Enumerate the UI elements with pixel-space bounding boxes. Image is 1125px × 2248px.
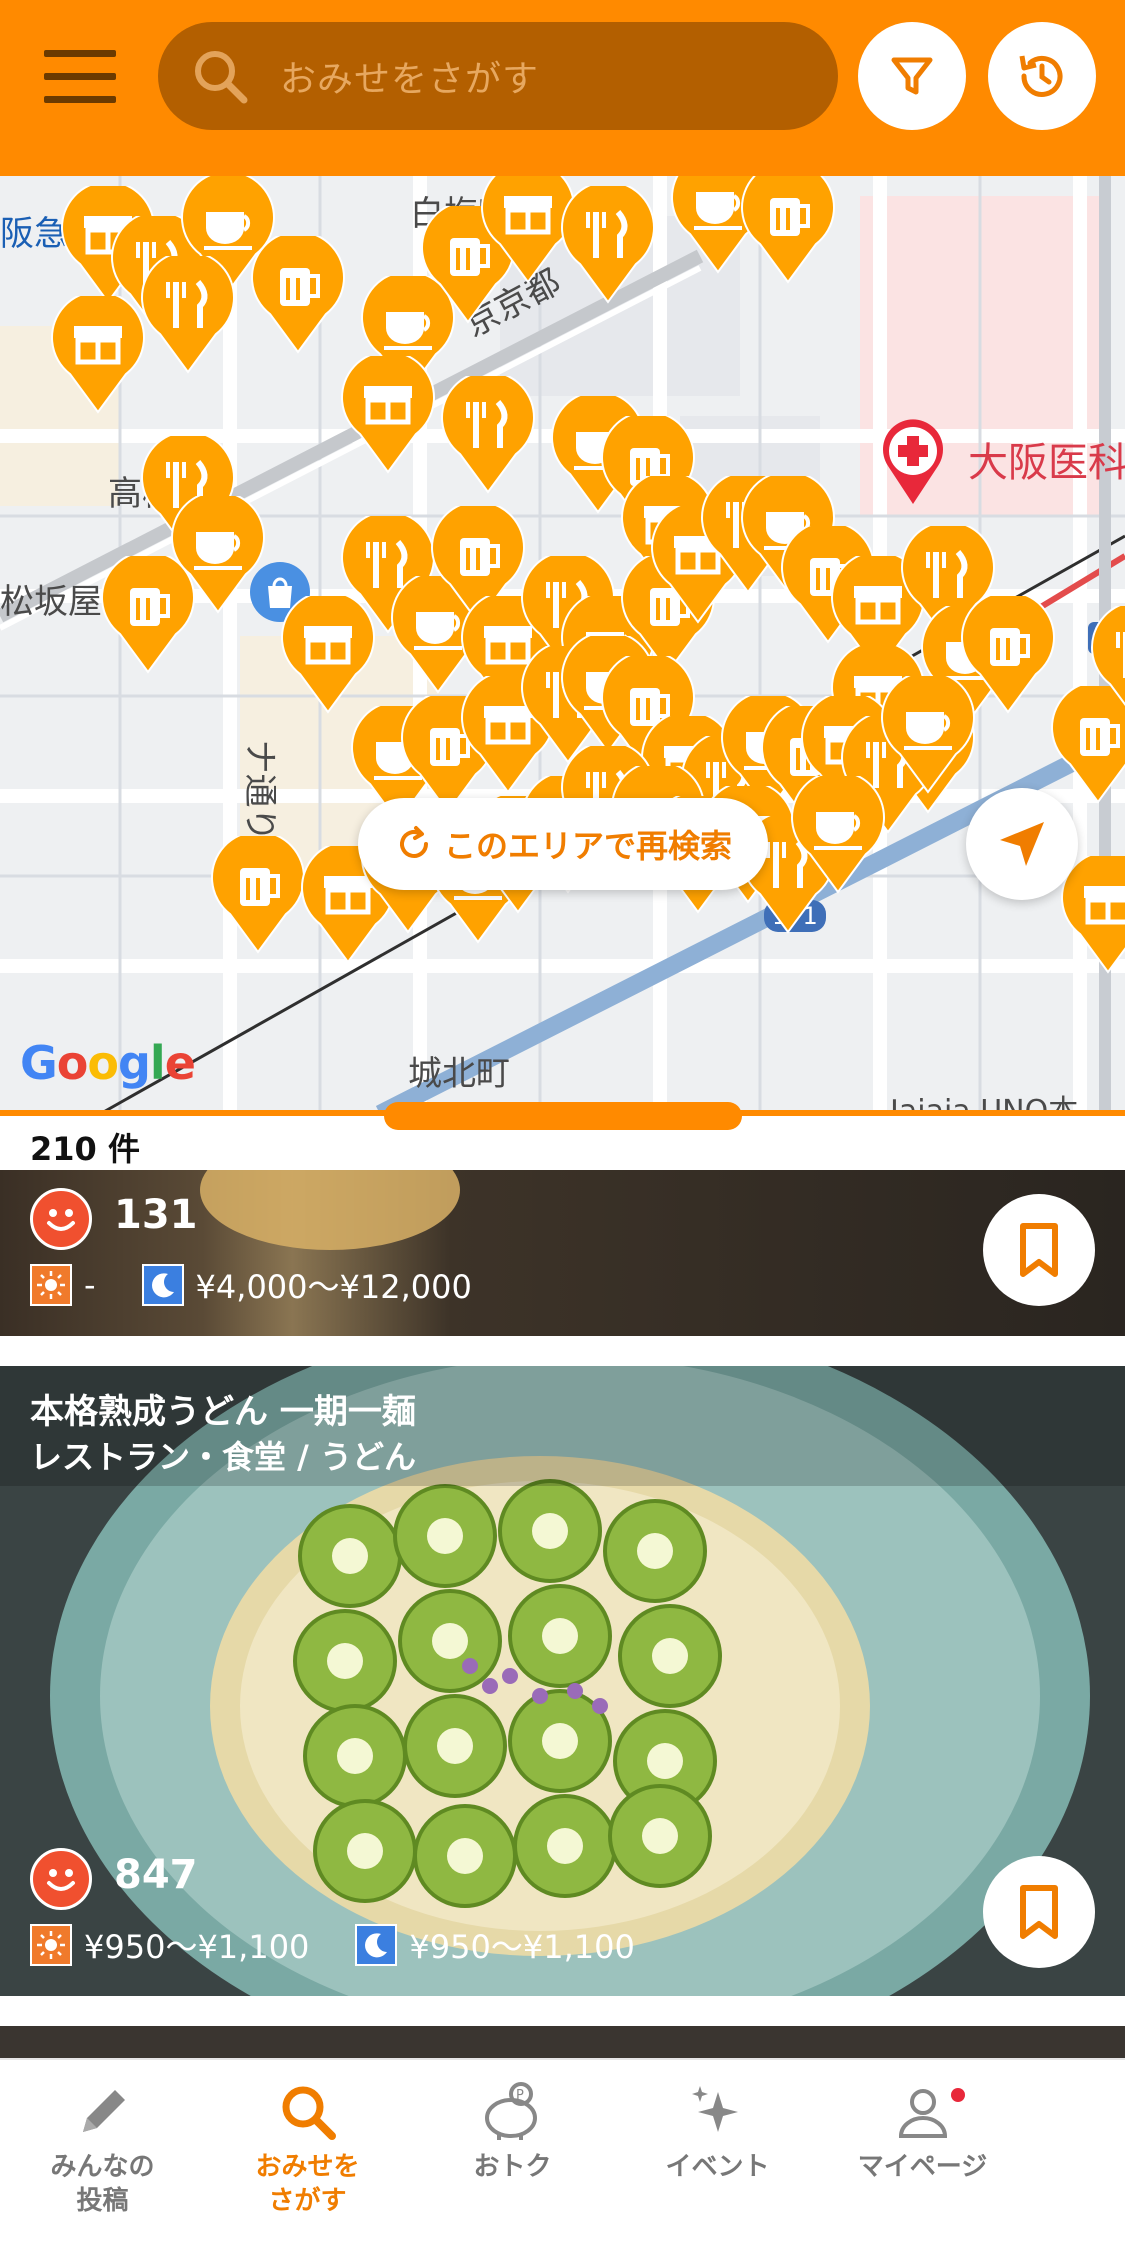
nav-item-mypage[interactable]: マイページ bbox=[820, 2060, 1025, 2248]
map-label-street: ナ通り bbox=[239, 739, 280, 842]
nav-item-events[interactable]: イベント bbox=[615, 2060, 820, 2248]
search-icon bbox=[195, 51, 248, 104]
search-this-area-label: このエリアで再検索 bbox=[443, 827, 732, 865]
bookmark-button[interactable] bbox=[983, 1856, 1095, 1968]
shop-pin-store-icon[interactable] bbox=[50, 296, 146, 414]
nav-label: おトク bbox=[473, 2152, 552, 2182]
top-app-bar: おみせをさがす bbox=[0, 0, 1125, 176]
bookmark-icon bbox=[1020, 1223, 1058, 1277]
dinner-moon-icon bbox=[141, 1264, 184, 1306]
nav-label: マイページ bbox=[857, 2152, 988, 2182]
person-icon bbox=[898, 2089, 947, 2138]
search-placeholder: おみせをさがす bbox=[280, 59, 540, 100]
nav-item-deals[interactable]: P おトク bbox=[410, 2060, 615, 2248]
shop-card[interactable]: 本格熟成うどん 一期一麺 レストラン・食堂 / うどん 847 ¥950～¥1,… bbox=[0, 1366, 1125, 1996]
shop-pin-fork-icon[interactable] bbox=[1090, 606, 1125, 724]
shop-genre: レストラン・食堂 / うどん bbox=[30, 1438, 416, 1476]
price-row: ¥950～¥1,100 ¥950～¥1,100 bbox=[30, 1922, 635, 1968]
lunch-sun-icon bbox=[30, 1924, 72, 1966]
shop-pin-store-icon[interactable] bbox=[340, 356, 436, 474]
piggy-bank-icon: P bbox=[484, 2082, 537, 2140]
shop-pin-beer-icon[interactable] bbox=[250, 236, 346, 354]
shop-pin-fork-icon[interactable] bbox=[140, 256, 236, 374]
bookmark-button[interactable] bbox=[983, 1194, 1095, 1306]
refresh-icon bbox=[400, 826, 428, 858]
hospital-marker-icon bbox=[883, 419, 943, 504]
search-input[interactable]: おみせをさがす bbox=[158, 22, 838, 130]
shop-name: 本格熟成うどん 一期一麺 bbox=[30, 1392, 416, 1432]
dinner-price: ¥950～¥1,100 bbox=[409, 1928, 635, 1966]
lunch-price: - bbox=[84, 1266, 96, 1304]
history-button[interactable] bbox=[988, 22, 1096, 130]
shop-pin-beer-icon[interactable] bbox=[210, 836, 306, 954]
map-label-osaka-iryo: 大阪医科 bbox=[968, 440, 1125, 486]
dinner-price: ¥4,000～¥12,000 bbox=[195, 1268, 472, 1306]
smile-icon bbox=[30, 1848, 92, 1910]
nav-item-search[interactable]: おみせを さがす bbox=[205, 2060, 410, 2248]
sparkle-icon bbox=[691, 2086, 738, 2132]
map-label-matsuzakaya: 松坂屋 bbox=[0, 582, 102, 622]
notification-dot bbox=[951, 2088, 965, 2102]
search-this-area-button[interactable]: このエリアで再検索 bbox=[358, 798, 768, 890]
map-label-johoku: 城北町 bbox=[408, 1054, 510, 1094]
google-logo: Google bbox=[20, 1036, 196, 1090]
svg-text:P: P bbox=[516, 2088, 524, 2103]
drawer-handle[interactable] bbox=[384, 1102, 742, 1130]
shop-pin-cup-icon[interactable] bbox=[880, 676, 976, 794]
pencil-icon bbox=[82, 2090, 125, 2132]
food-photo bbox=[200, 1170, 460, 1250]
map-view[interactable]: 白梅町 京京都 高槻 松坂屋 阪急ス 大阪医科 城北町 ナ通り 79 171 J… bbox=[0, 176, 1125, 1114]
bookmark-icon bbox=[1020, 1885, 1058, 1939]
smile-icon bbox=[30, 1188, 92, 1250]
filter-button[interactable] bbox=[858, 22, 966, 130]
bottom-navigation: みんなの 投稿 おみせを さがす P おトク イベント マイページ bbox=[0, 2058, 1125, 2248]
dinner-moon-icon bbox=[355, 1924, 398, 1966]
shop-pin-beer-icon[interactable] bbox=[740, 176, 836, 284]
shop-pin-store-icon[interactable] bbox=[1060, 856, 1125, 974]
rating-count: 847 bbox=[114, 1852, 198, 1898]
lunch-price: ¥950～¥1,100 bbox=[84, 1928, 310, 1966]
nav-item-posts[interactable]: みんなの 投稿 bbox=[0, 2060, 205, 2248]
history-icon bbox=[1019, 55, 1063, 97]
nav-label: イベント bbox=[665, 2152, 770, 2182]
current-location-button[interactable] bbox=[966, 788, 1078, 900]
price-row: - ¥4,000～¥12,000 bbox=[30, 1262, 472, 1308]
result-count: 210 件 bbox=[30, 1130, 140, 1168]
hamburger-menu-icon[interactable] bbox=[44, 50, 124, 106]
shop-pin-beer-icon[interactable] bbox=[100, 556, 196, 674]
shop-pin-fork-icon[interactable] bbox=[560, 186, 656, 304]
shop-pin-cup-icon[interactable] bbox=[790, 776, 886, 894]
filter-icon bbox=[891, 57, 933, 95]
lunch-sun-icon bbox=[30, 1264, 72, 1306]
rating-count: 131 bbox=[114, 1192, 198, 1238]
app-root: おみせをさがす 京京都 高槻 松坂屋 阪急ス 大阪医科 城北町 ナ通り Jaia… bbox=[0, 0, 1125, 2248]
search-icon bbox=[282, 2086, 336, 2140]
nav-label: みんなの 投稿 bbox=[50, 2152, 155, 2216]
nav-label: おみせを さがす bbox=[255, 2152, 360, 2216]
shop-card[interactable]: 131 - ¥4,000～¥12,000 bbox=[0, 1170, 1125, 1336]
shop-pin-fork-icon[interactable] bbox=[440, 376, 536, 494]
navigation-arrow-icon bbox=[1000, 822, 1044, 866]
